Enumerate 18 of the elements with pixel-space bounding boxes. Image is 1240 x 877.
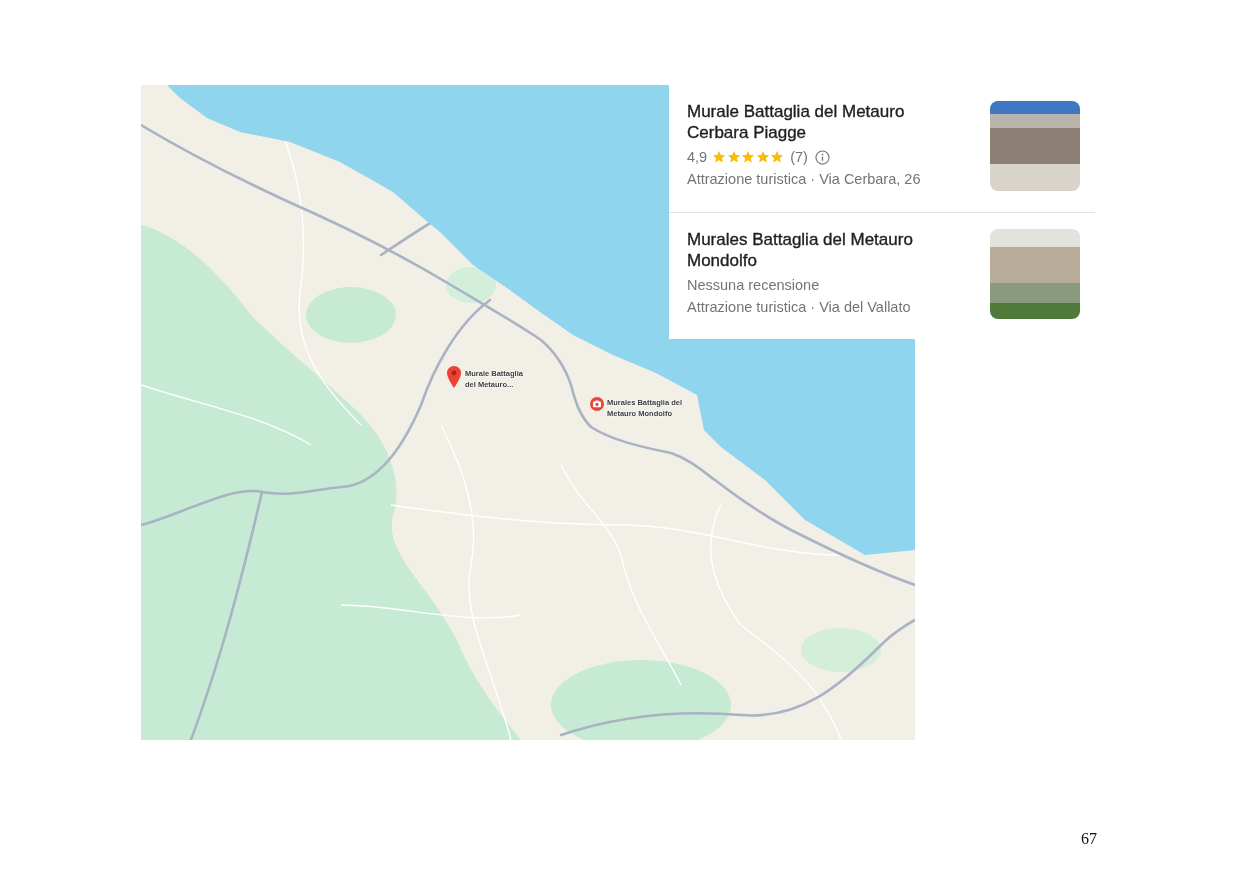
place-details: Attrazione turistica · Via Cerbara, 26 bbox=[687, 170, 922, 189]
place-name[interactable]: Murale Battaglia del Metauro Cerbara Piagge bbox=[687, 101, 947, 143]
page-number: 67 bbox=[1081, 830, 1097, 848]
star-icon bbox=[726, 150, 741, 164]
photo-placeholder[interactable] bbox=[990, 229, 1080, 319]
star-icon bbox=[741, 150, 756, 164]
star-icon bbox=[712, 150, 727, 164]
place-details: Attrazione turistica · Via del Vallato bbox=[687, 298, 912, 317]
star-icon bbox=[755, 150, 770, 164]
rating-value: 4,9 bbox=[687, 148, 708, 167]
review-note: Nessuna recensione bbox=[687, 276, 821, 295]
camera-marker-icon[interactable] bbox=[590, 397, 604, 411]
photo-placeholder[interactable] bbox=[990, 101, 1080, 191]
map-pin-icon[interactable] bbox=[447, 366, 461, 388]
place-name[interactable]: Murales Battaglia del Metauro Mondolfo bbox=[687, 229, 947, 271]
review-count[interactable]: (7) bbox=[790, 146, 808, 168]
info-icon[interactable] bbox=[814, 149, 830, 165]
star-icon bbox=[770, 150, 785, 164]
